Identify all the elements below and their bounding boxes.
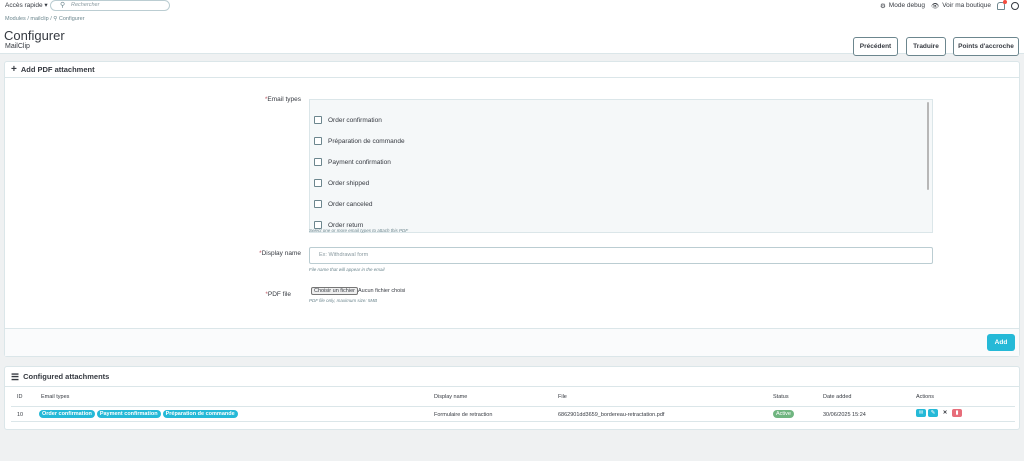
debug-mode-label: Mode debug bbox=[888, 2, 925, 9]
email-type-badge: Payment confirmation bbox=[96, 410, 161, 418]
input-placeholder: Ex: Withdrawal form bbox=[319, 252, 369, 258]
plus-icon: + bbox=[11, 63, 17, 75]
page-subtitle: MailClip bbox=[5, 43, 30, 50]
debug-mode-link[interactable]: ⚙ Mode debug bbox=[880, 2, 925, 10]
add-button[interactable]: Add bbox=[987, 334, 1015, 351]
option-label: Payment confirmation bbox=[328, 158, 391, 166]
divider bbox=[11, 421, 1015, 422]
close-icon[interactable]: ✕ bbox=[940, 409, 950, 417]
choose-file-button[interactable]: Choisir un fichier bbox=[311, 287, 358, 295]
gear-icon: ⚙ bbox=[879, 2, 886, 10]
display-name-label: *Display name bbox=[205, 250, 301, 257]
view-shop-label: Voir ma boutique bbox=[942, 2, 991, 9]
email-type-option[interactable]: Préparation de commande bbox=[314, 137, 405, 145]
column-header-status: Status bbox=[773, 394, 789, 400]
status-badge: Active bbox=[773, 410, 794, 418]
checkbox[interactable] bbox=[314, 137, 322, 145]
checkbox[interactable] bbox=[314, 116, 322, 124]
column-header-types: Email types bbox=[41, 394, 70, 400]
display-name-help: File name that will appear in the email bbox=[309, 267, 385, 272]
add-attachment-card: + Add PDF attachment *Email types Order … bbox=[4, 61, 1020, 357]
card-title: Configured attachments bbox=[23, 371, 110, 381]
option-label: Order shipped bbox=[328, 179, 370, 187]
pencil-icon[interactable]: ✎ bbox=[928, 409, 938, 417]
scrollbar[interactable] bbox=[927, 102, 929, 190]
email-type-badge: Order confirmation bbox=[39, 410, 95, 418]
option-label: Order canceled bbox=[328, 200, 373, 208]
email-type-option[interactable]: Order shipped bbox=[314, 179, 369, 187]
column-header-id: ID bbox=[17, 394, 23, 400]
checkbox[interactable] bbox=[314, 200, 322, 208]
column-header-file: File bbox=[558, 394, 567, 400]
search-placeholder: Rechercher bbox=[71, 2, 100, 8]
breadcrumb[interactable]: Modules / mailclip / ⚲ Configurer bbox=[5, 16, 85, 22]
search-input[interactable]: ⚲ Rechercher bbox=[50, 0, 170, 11]
card-header: ☰ Configured attachments bbox=[5, 367, 1019, 387]
attachments-card: ☰ Configured attachments ID Email types … bbox=[4, 366, 1020, 430]
pdf-file-label: *PDF file bbox=[205, 291, 291, 298]
divider bbox=[11, 406, 1015, 407]
card-title: Add PDF attachment bbox=[20, 64, 95, 74]
eye-icon: 👁 bbox=[930, 2, 940, 10]
email-types-list[interactable]: Order confirmation Préparation de comman… bbox=[309, 99, 933, 233]
email-type-tags: Order confirmation Payment confirmation … bbox=[39, 410, 238, 418]
checkbox[interactable] bbox=[314, 158, 322, 166]
hooks-button[interactable]: Points d'accroche bbox=[953, 37, 1019, 56]
card-footer: Add bbox=[5, 328, 1019, 356]
email-type-badge: Préparation de commande bbox=[162, 410, 238, 418]
envelope-icon[interactable]: ✉ bbox=[916, 409, 926, 417]
email-type-option[interactable]: Order canceled bbox=[314, 200, 372, 208]
cell-display-name: Formulaire de retraction bbox=[434, 412, 493, 418]
label-text: Display name bbox=[261, 250, 301, 257]
label-text: PDF file bbox=[267, 291, 291, 298]
cell-id: 10 bbox=[17, 412, 24, 418]
search-icon: ⚲ bbox=[60, 2, 66, 9]
option-label: Order confirmation bbox=[328, 116, 382, 124]
bell-icon[interactable] bbox=[997, 0, 1007, 10]
card-header: + Add PDF attachment bbox=[5, 62, 1019, 78]
translate-button[interactable]: Traduire bbox=[906, 37, 946, 56]
view-shop-link[interactable]: 👁 Voir ma boutique bbox=[931, 2, 991, 10]
page-header: Modules / mailclip / ⚲ Configurer Config… bbox=[0, 12, 1024, 56]
column-header-date: Date added bbox=[823, 394, 852, 400]
row-actions: ✉ ✎ ✕ ▮ bbox=[916, 409, 962, 417]
email-type-option[interactable]: Payment confirmation bbox=[314, 158, 391, 166]
file-status: Aucun fichier choisi bbox=[358, 288, 406, 294]
top-bar: Accès rapide ▾ ⚲ Rechercher ⚙ Mode debug… bbox=[0, 0, 1024, 12]
checkbox[interactable] bbox=[314, 179, 322, 187]
previous-button[interactable]: Précédent bbox=[853, 37, 898, 56]
pdf-file-help: PDF file only, maximum size: 5MB bbox=[309, 298, 378, 303]
list-icon: ☰ bbox=[11, 371, 20, 382]
display-name-input[interactable]: Ex: Withdrawal form bbox=[309, 247, 933, 264]
column-header-name: Display name bbox=[434, 394, 468, 400]
cell-date: 30/06/2025 15:24 bbox=[823, 412, 866, 418]
email-types-label: *Email types bbox=[205, 96, 301, 103]
label-text: Email types bbox=[267, 96, 301, 103]
column-header-actions: Actions bbox=[916, 394, 935, 400]
option-label: Préparation de commande bbox=[328, 137, 405, 145]
quick-access-menu[interactable]: Accès rapide ▾ bbox=[5, 1, 48, 9]
cell-file: 6862901dd3659_bordereau-retractation.pdf bbox=[558, 412, 665, 418]
top-bar-actions: ⚙ Mode debug 👁 Voir ma boutique bbox=[880, 0, 1019, 11]
trash-icon[interactable]: ▮ bbox=[952, 409, 962, 417]
email-types-help: Select one or more email types to attach… bbox=[309, 228, 409, 233]
user-icon[interactable] bbox=[1011, 1, 1019, 10]
notification-dot bbox=[1003, 0, 1007, 4]
page-title: Configurer bbox=[4, 28, 65, 43]
email-type-option[interactable]: Order confirmation bbox=[314, 116, 382, 124]
